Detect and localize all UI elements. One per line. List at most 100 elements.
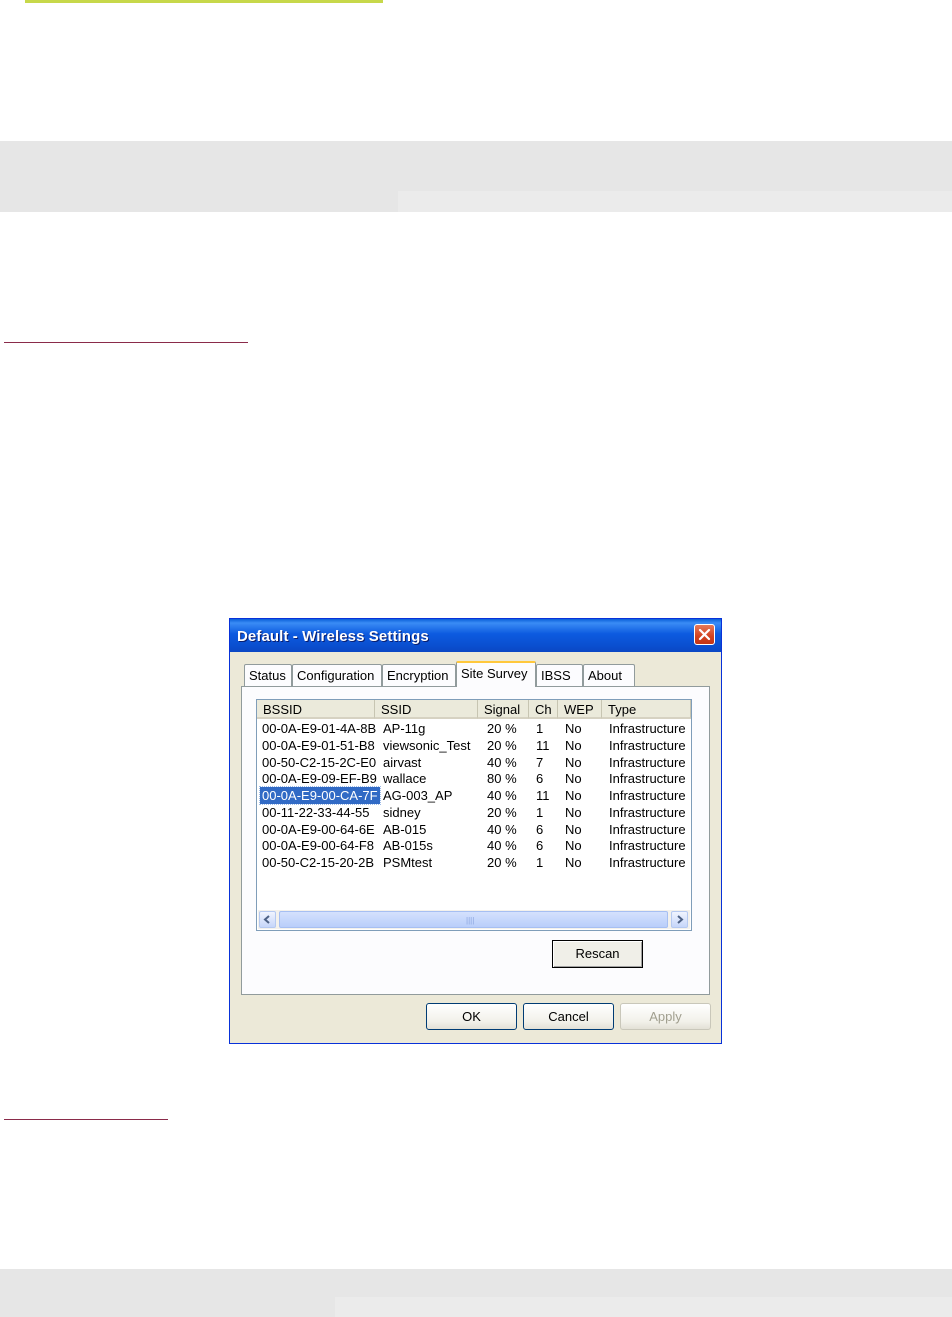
cell-ssid: AB-015s: [383, 838, 433, 854]
wireless-settings-window: Default - Wireless Settings Status Config…: [229, 618, 722, 1044]
cell-bssid: 00-0A-E9-00-64-6E: [262, 821, 375, 837]
list-item[interactable]: 00-50-C2-15-2C-E0 airvast 40 % 7 No Infrastru…: [257, 754, 691, 771]
cell-ch: 11: [536, 737, 550, 753]
list-item[interactable]: 00-0A-E9-00-64-F8 AB-015s 40 % 6 No Infrastru…: [257, 837, 691, 854]
list-item[interactable]: 00-11-22-33-44-55 sidney 20 % 1 No Infrastruc…: [257, 804, 691, 821]
cell-signal: 20 %: [487, 855, 517, 870]
gray-band-inner: [335, 1297, 952, 1317]
rescan-button[interactable]: Rescan: [552, 940, 643, 968]
column-header-wep[interactable]: WEP: [558, 700, 602, 719]
cell-ssid: wallace: [383, 771, 427, 787]
cell-bssid: 00-0A-E9-01-51-B8: [262, 737, 375, 753]
column-header-ch[interactable]: Ch: [529, 700, 558, 719]
cell-type: Infrastructure: [609, 821, 686, 837]
cell-type: Infrastructure: [609, 771, 686, 787]
cancel-button[interactable]: Cancel: [523, 1003, 614, 1030]
scroll-grip-icon: ||||: [466, 916, 475, 925]
title-bar[interactable]: Default - Wireless Settings: [230, 619, 721, 652]
gray-band-top: [0, 141, 952, 212]
cell-bssid: 00-50-C2-15-20-2B: [262, 855, 375, 870]
list-item[interactable]: 00-0A-E9-00-CA-7F AG-003_AP 40 % 11 No Infras…: [257, 786, 691, 805]
cell-ch: 1: [536, 855, 544, 870]
cell-wep: No: [565, 838, 582, 854]
gray-band-inner: [398, 191, 952, 212]
cell-wep: No: [565, 754, 582, 770]
cell-type: Infrastructure: [609, 804, 686, 820]
tab-status[interactable]: Status: [244, 664, 292, 686]
list-item[interactable]: 00-0A-E9-09-EF-B9 wallace 80 % 6 No Infrastru…: [257, 770, 691, 787]
apply-button[interactable]: Apply: [620, 1003, 711, 1030]
tab-encryption[interactable]: Encryption: [382, 664, 456, 686]
cell-type: Infrastructure: [609, 855, 686, 870]
cell-signal: 20 %: [487, 721, 517, 736]
cell-type: Infrastructure: [609, 838, 686, 854]
cell-ssid: AB-015: [383, 821, 427, 837]
scroll-right-button[interactable]: [671, 911, 688, 928]
close-button[interactable]: [694, 624, 715, 645]
cell-signal: 80 %: [487, 771, 517, 787]
cell-signal: 40 %: [487, 821, 517, 837]
cell-ssid: AG-003_AP: [383, 788, 453, 803]
cell-wep: No: [565, 721, 582, 736]
cell-type: Infrastructure: [609, 754, 686, 770]
tab-ibss[interactable]: IBSS: [536, 664, 583, 686]
scroll-left-button[interactable]: [259, 911, 276, 928]
cell-ssid: airvast: [383, 754, 422, 770]
cell-signal: 20 %: [487, 737, 517, 753]
tab-about[interactable]: About: [583, 664, 635, 686]
scroll-thumb[interactable]: ||||: [279, 911, 668, 928]
heading-underline-2: [4, 1119, 168, 1120]
tab-site-survey[interactable]: Site Survey: [456, 661, 536, 687]
cell-wep: No: [565, 855, 582, 870]
cell-bssid: 00-0A-E9-00-CA-7F: [259, 786, 381, 805]
cell-type: Infrastructure: [609, 721, 686, 736]
cell-ssid: AP-11g: [383, 721, 426, 736]
top-accent-rule: [25, 0, 383, 3]
cell-ch: 1: [536, 804, 544, 820]
column-header-signal[interactable]: Signal: [478, 700, 529, 719]
column-header-ssid[interactable]: SSID: [375, 700, 478, 719]
tab-configuration[interactable]: Configuration: [292, 664, 382, 686]
chevron-right-icon: [677, 915, 684, 924]
close-icon: [698, 628, 711, 641]
cell-wep: No: [565, 771, 582, 787]
cell-bssid: 00-0A-E9-01-4A-8B: [262, 721, 377, 736]
chevron-left-icon: [263, 915, 270, 924]
list-item[interactable]: 00-0A-E9-01-51-B8 viewsonic_Test 20 % 11 No I…: [257, 737, 691, 754]
column-header-type[interactable]: Type: [602, 700, 691, 719]
horizontal-scrollbar[interactable]: ||||: [258, 910, 690, 929]
cell-signal: 40 %: [487, 838, 517, 854]
cell-signal: 20 %: [487, 804, 517, 820]
cell-signal: 40 %: [487, 754, 517, 770]
cell-bssid: 00-0A-E9-00-64-F8: [262, 838, 374, 854]
cell-ch: 6: [536, 771, 544, 787]
cell-wep: No: [565, 804, 582, 820]
cell-ssid: viewsonic_Test: [383, 737, 471, 753]
window-title: Default - Wireless Settings: [237, 628, 429, 645]
cell-ch: 1: [536, 721, 544, 736]
cell-wep: No: [565, 737, 582, 753]
column-header-bssid[interactable]: BSSID: [257, 700, 375, 719]
cell-ssid: PSMtest: [383, 855, 433, 870]
cell-bssid: 00-50-C2-15-2C-E0: [262, 754, 377, 770]
cell-ssid: sidney: [383, 804, 421, 820]
ok-button[interactable]: OK: [426, 1003, 517, 1030]
cell-signal: 40 %: [487, 788, 517, 803]
heading-underline-1: [4, 342, 248, 343]
list-item[interactable]: 00-0A-E9-00-64-6E AB-015 40 % 6 No Infrastruc…: [257, 821, 691, 838]
cell-type: Infrastructure: [609, 788, 686, 803]
cell-ch: 6: [536, 838, 544, 854]
cell-ch: 11: [536, 788, 550, 803]
cell-wep: No: [565, 821, 582, 837]
site-survey-panel: BSSID SSID Signal Ch WEP Type 00-0A-E9-01-4A-…: [241, 686, 710, 995]
list-item[interactable]: 00-50-C2-15-20-2B PSMtest 20 % 1 No Infrastru…: [257, 854, 691, 871]
gray-band-bottom: [0, 1269, 952, 1317]
cell-ch: 6: [536, 821, 544, 837]
cell-ch: 7: [536, 754, 544, 770]
cell-wep: No: [565, 788, 582, 803]
cell-bssid: 00-11-22-33-44-55: [262, 804, 370, 820]
site-survey-list[interactable]: BSSID SSID Signal Ch WEP Type 00-0A-E9-01-4A-…: [256, 699, 692, 931]
list-item[interactable]: 00-0A-E9-01-4A-8B AP-11g 20 % 1 No Infrastruc…: [257, 720, 691, 737]
cell-type: Infrastructure: [609, 737, 686, 753]
cell-bssid: 00-0A-E9-09-EF-B9: [262, 771, 377, 787]
